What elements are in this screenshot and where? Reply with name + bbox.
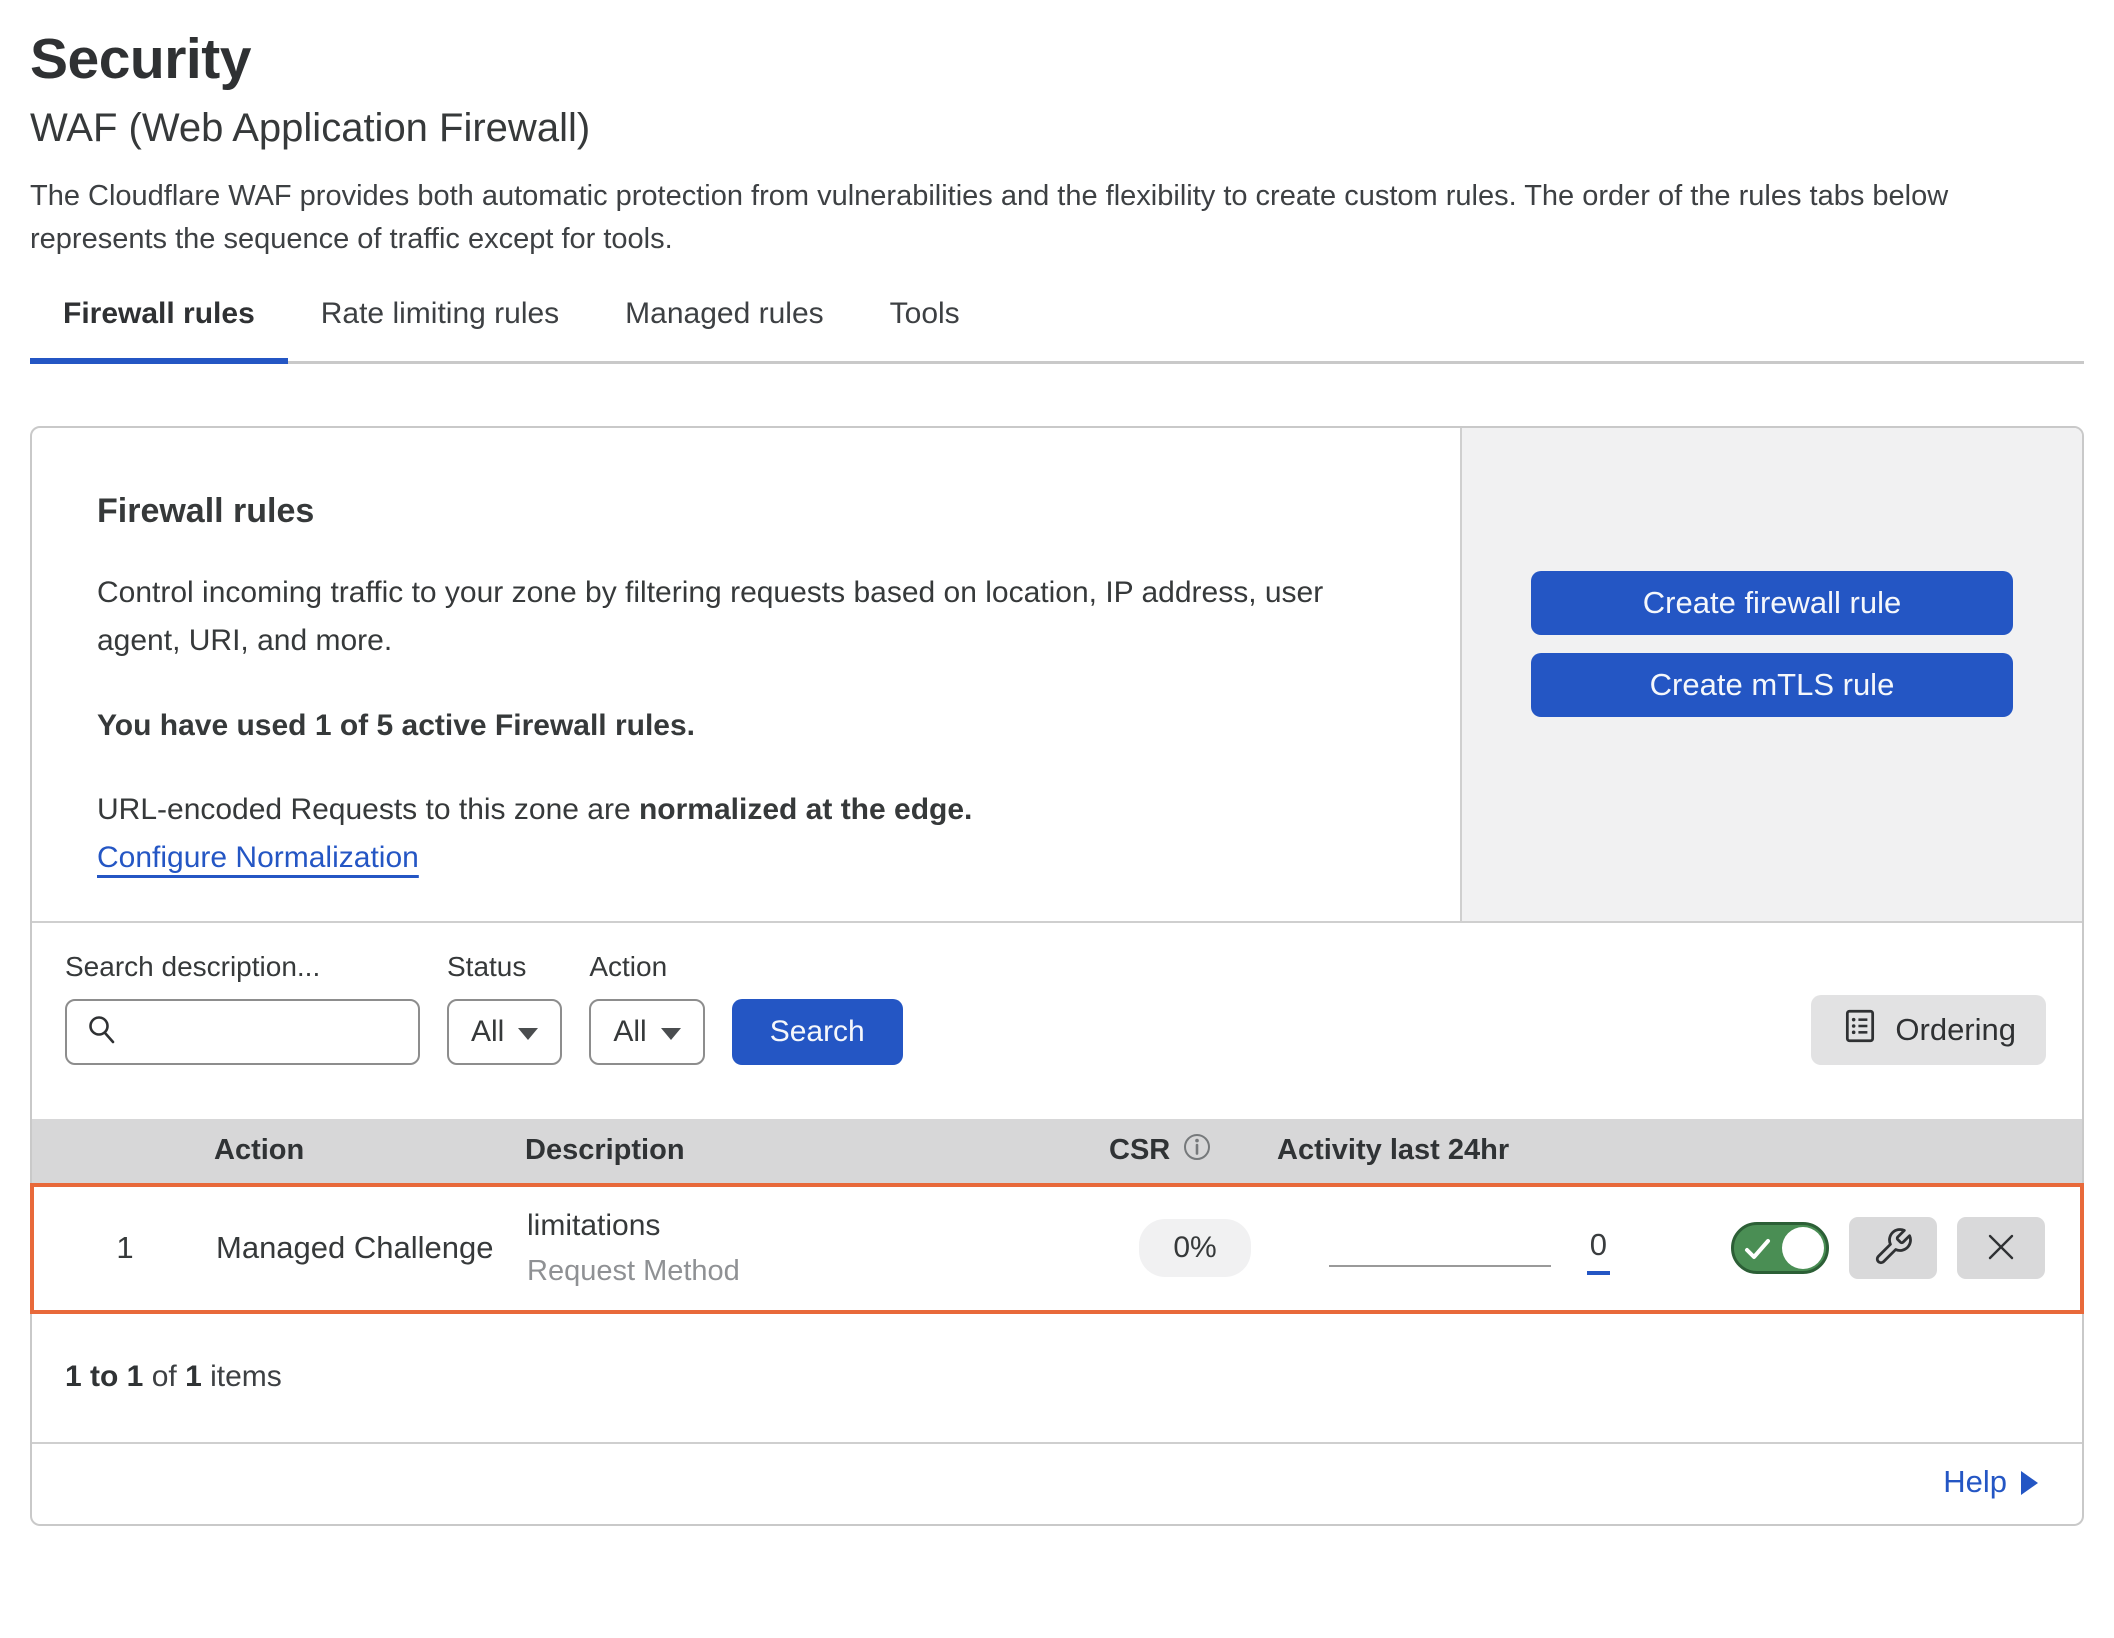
rule-enabled-toggle[interactable] (1731, 1222, 1829, 1274)
search-icon (85, 1012, 119, 1051)
card-description: Control incoming traffic to your zone by… (97, 569, 1400, 665)
search-group: Search description... (65, 951, 420, 1065)
status-dropdown[interactable]: All (447, 999, 562, 1065)
normalization-bold: normalized at the edge. (639, 793, 972, 826)
rule-action: Managed Challenge (216, 1230, 527, 1266)
help-section: Help (32, 1444, 2082, 1524)
search-button[interactable]: Search (732, 999, 903, 1065)
configure-normalization-link[interactable]: Configure Normalization (97, 841, 419, 874)
rule-csr-cell: 0% (1111, 1219, 1279, 1277)
rule-controls (1634, 1217, 2080, 1279)
rule-description-sub: Request Method (527, 1255, 1111, 1288)
table-row: 1 Managed Challenge limitations Request … (30, 1183, 2084, 1314)
firewall-rules-card: Firewall rules Control incoming traffic … (30, 426, 2084, 1526)
csr-badge: 0% (1139, 1219, 1250, 1277)
close-icon (1982, 1228, 2020, 1269)
wrench-icon (1872, 1226, 1914, 1271)
tab-firewall-rules[interactable]: Firewall rules (30, 297, 288, 361)
waf-tabs: Firewall rules Rate limiting rules Manag… (30, 297, 2084, 364)
security-waf-page: Security WAF (Web Application Firewall) … (0, 0, 2114, 1526)
ordering-button-label: Ordering (1895, 1012, 2016, 1048)
action-dropdown[interactable]: All (589, 999, 704, 1065)
rule-activity-cell: 0 (1279, 1187, 1634, 1310)
pagination-summary: 1 to 1 of 1 items (32, 1314, 2082, 1444)
normalization-prefix: URL-encoded Requests to this zone are (97, 793, 639, 826)
page-description: The Cloudflare WAF provides both automat… (30, 175, 2080, 261)
header-action: Action (214, 1134, 525, 1167)
firewall-rules-info: Firewall rules Control incoming traffic … (32, 428, 1460, 921)
action-label: Action (589, 951, 704, 983)
search-input[interactable] (65, 999, 420, 1065)
create-actions-panel: Create firewall rule Create mTLS rule (1460, 428, 2082, 921)
rule-priority: 1 (34, 1230, 216, 1266)
status-filter-group: Status All (447, 951, 562, 1065)
ordering-list-icon (1841, 1007, 1879, 1053)
normalization-note: URL-encoded Requests to this zone are no… (97, 793, 1400, 827)
arrow-right-icon (2021, 1471, 2038, 1495)
header-description: Description (525, 1134, 1109, 1167)
items-range: 1 to 1 (65, 1360, 143, 1393)
items-total: 1 (185, 1360, 202, 1393)
action-dropdown-value: All (613, 1015, 646, 1049)
info-icon[interactable] (1182, 1132, 1212, 1170)
page-subtitle: WAF (Web Application Firewall) (30, 106, 2084, 151)
items-suffix: items (202, 1360, 282, 1393)
rule-description: limitations (527, 1209, 660, 1242)
action-filter-group: Action All (589, 951, 704, 1065)
page-title: Security (30, 26, 2084, 92)
card-top-section: Firewall rules Control incoming traffic … (32, 428, 2082, 923)
edit-rule-button[interactable] (1849, 1217, 1937, 1279)
create-mtls-rule-button[interactable]: Create mTLS rule (1531, 653, 2013, 717)
activity-count-link[interactable]: 0 (1587, 1227, 1610, 1275)
items-of: of (143, 1360, 185, 1393)
help-link-label: Help (1943, 1464, 2007, 1500)
header-csr: CSR (1109, 1132, 1277, 1170)
card-heading: Firewall rules (97, 492, 1400, 531)
table-header-row: Action Description CSR Activity last 24h… (32, 1119, 2082, 1183)
ordering-button[interactable]: Ordering (1811, 995, 2046, 1065)
status-label: Status (447, 951, 562, 983)
usage-summary: You have used 1 of 5 active Firewall rul… (97, 709, 1400, 743)
help-link[interactable]: Help (1943, 1464, 2038, 1500)
filter-toolbar: Search description... Status All (32, 923, 2082, 1095)
header-activity: Activity last 24hr (1277, 1134, 1632, 1167)
chevron-down-icon (661, 1028, 681, 1040)
activity-sparkline (1329, 1265, 1551, 1267)
check-icon (1744, 1237, 1772, 1263)
header-csr-label: CSR (1109, 1134, 1170, 1167)
delete-rule-button[interactable] (1957, 1217, 2045, 1279)
tab-tools[interactable]: Tools (857, 297, 993, 361)
tab-rate-limiting-rules[interactable]: Rate limiting rules (288, 297, 592, 361)
status-dropdown-value: All (471, 1015, 504, 1049)
toggle-knob (1782, 1227, 1824, 1269)
firewall-rules-table: Action Description CSR Activity last 24h… (32, 1119, 2082, 1314)
chevron-down-icon (518, 1028, 538, 1040)
create-firewall-rule-button[interactable]: Create firewall rule (1531, 571, 2013, 635)
rule-description-cell: limitations Request Method (527, 1209, 1111, 1288)
tab-managed-rules[interactable]: Managed rules (592, 297, 856, 361)
search-label: Search description... (65, 951, 420, 983)
